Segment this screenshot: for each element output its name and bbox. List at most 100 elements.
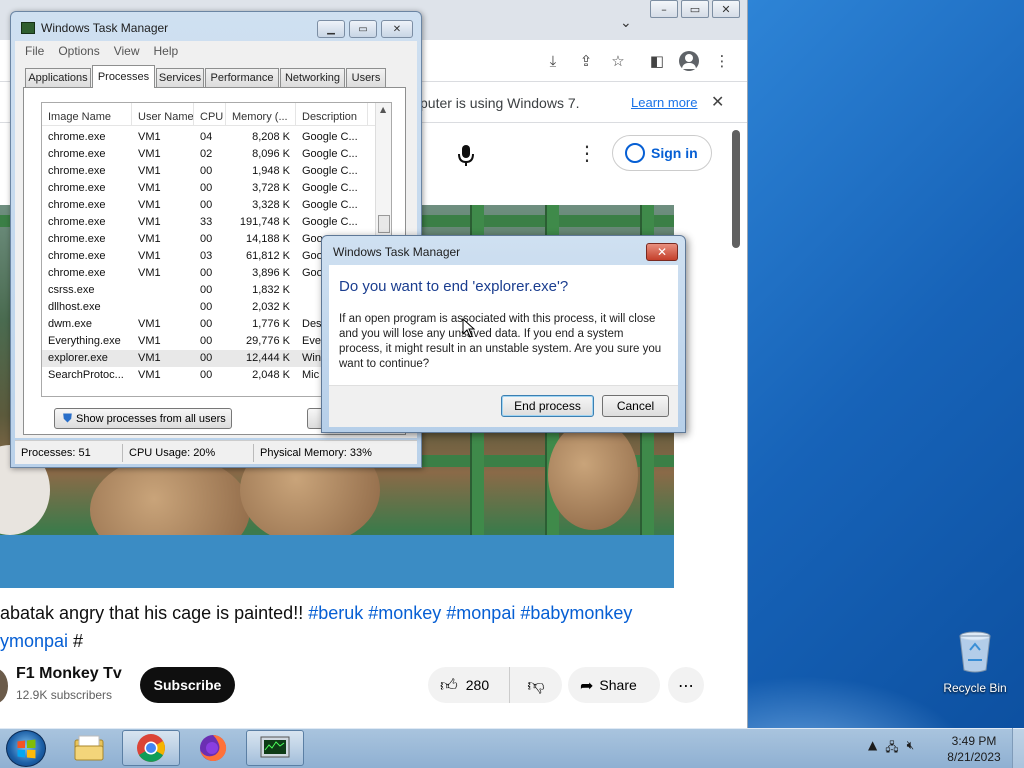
end-process-button[interactable]: End process xyxy=(501,395,594,417)
share-button[interactable]: ➦ Share xyxy=(568,667,660,703)
video-hashtag[interactable]: ymonpai xyxy=(0,631,68,651)
folder-icon xyxy=(74,735,104,761)
process-cpu: 04 xyxy=(200,131,213,143)
process-user: VM1 xyxy=(138,233,161,245)
chrome-icon xyxy=(137,734,165,762)
process-memory: 3,896 K xyxy=(252,267,290,279)
tab-services[interactable]: Services xyxy=(156,68,204,87)
voice-search-icon[interactable] xyxy=(452,141,480,169)
video-hashtags[interactable]: #beruk #monkey #monpai #babymonkey xyxy=(308,603,632,623)
taskbar-task-manager[interactable] xyxy=(246,730,304,766)
process-row[interactable]: chrome.exe VM1 02 8,096 K Google C... xyxy=(42,146,377,163)
scroll-up-icon[interactable]: ▲ xyxy=(380,105,386,114)
process-description: Google C... xyxy=(302,216,358,228)
process-name: SearchProtoc... xyxy=(48,369,124,381)
recycle-bin-shortcut[interactable]: Recycle Bin xyxy=(938,628,1012,700)
channel-name[interactable]: F1 Monkey Tv xyxy=(16,665,122,683)
show-desktop-button[interactable] xyxy=(1012,728,1024,768)
show-hidden-icons-icon[interactable]: ▲ xyxy=(868,738,877,759)
col-memory[interactable]: Memory (... xyxy=(226,103,296,125)
more-actions-icon[interactable]: ⋯ xyxy=(668,667,704,703)
like-dislike-group: 👍︎ 280 👎︎ xyxy=(428,667,562,703)
taskbar-chrome[interactable] xyxy=(122,730,180,766)
thumbs-down-icon: 👎︎ xyxy=(527,675,545,696)
learn-more-link[interactable]: Learn more xyxy=(631,95,697,110)
process-cpu: 00 xyxy=(200,335,213,347)
process-cpu: 02 xyxy=(200,148,213,160)
taskbar-clock[interactable]: 3:49 PM 8/21/2023 xyxy=(944,733,1004,765)
taskbar-explorer[interactable] xyxy=(60,730,118,766)
share-label: Share xyxy=(599,677,637,693)
process-row[interactable]: chrome.exe VM1 00 1,948 K Google C... xyxy=(42,163,377,180)
process-row[interactable]: chrome.exe VM1 00 3,328 K Google C... xyxy=(42,197,377,214)
dialog-close-button[interactable]: ✕ xyxy=(646,243,678,261)
install-app-icon[interactable]: ⤓ xyxy=(541,49,565,73)
chrome-menu-icon[interactable]: ⋮ xyxy=(710,49,734,73)
side-panel-icon[interactable]: ◧ xyxy=(645,49,669,73)
sign-in-button[interactable]: Sign in xyxy=(612,135,712,171)
channel-avatar[interactable] xyxy=(0,668,8,704)
process-name: dllhost.exe xyxy=(48,301,101,313)
process-memory: 29,776 K xyxy=(245,335,290,347)
tab-search-chevron-icon[interactable]: ⌄ xyxy=(620,15,632,31)
volume-muted-icon[interactable]: 🔇︎ xyxy=(907,738,915,759)
network-icon[interactable]: 🖧︎ xyxy=(885,738,898,759)
menu-options[interactable]: Options xyxy=(58,44,99,58)
info-bar-message: puter is using Windows 7. xyxy=(420,95,580,111)
page-scrollbar-thumb[interactable] xyxy=(732,130,740,248)
process-cpu: 00 xyxy=(200,233,213,245)
process-user: VM1 xyxy=(138,267,161,279)
menu-file[interactable]: File xyxy=(25,44,44,58)
process-user: VM1 xyxy=(138,131,161,143)
info-bar-close-icon[interactable]: ✕ xyxy=(711,92,724,111)
process-cpu: 00 xyxy=(200,369,213,381)
account-icon xyxy=(625,143,645,163)
scrollbar-thumb[interactable] xyxy=(378,215,390,233)
process-user: VM1 xyxy=(138,148,161,160)
settings-menu-icon[interactable]: ⋮ xyxy=(577,141,597,165)
tm-minimize-button[interactable]: ▁ xyxy=(317,20,345,38)
windows-logo-icon xyxy=(17,739,36,759)
tm-close-button[interactable]: ✕ xyxy=(381,20,413,38)
col-image-name[interactable]: Image Name xyxy=(42,103,132,125)
like-button[interactable]: 👍︎ 280 xyxy=(428,667,510,703)
close-button[interactable]: ✕ xyxy=(712,0,740,18)
minimize-button[interactable]: – xyxy=(650,0,678,18)
dislike-button[interactable]: 👎︎ xyxy=(510,675,562,696)
col-user-name[interactable]: User Name xyxy=(132,103,194,125)
menu-view[interactable]: View xyxy=(114,44,140,58)
process-name: chrome.exe xyxy=(48,165,106,177)
col-cpu[interactable]: CPU xyxy=(194,103,226,125)
process-memory: 1,832 K xyxy=(252,284,290,296)
tm-maximize-button[interactable]: ▭ xyxy=(349,20,377,38)
process-user: VM1 xyxy=(138,250,161,262)
cancel-button[interactable]: Cancel xyxy=(602,395,669,417)
process-row[interactable]: chrome.exe VM1 33 191,748 K Google C... xyxy=(42,214,377,231)
subscribe-button[interactable]: Subscribe xyxy=(140,667,235,703)
share-page-icon[interactable]: ⇪ xyxy=(574,49,598,73)
profile-icon[interactable] xyxy=(677,49,701,73)
start-button[interactable] xyxy=(6,730,46,767)
taskbar-firefox[interactable] xyxy=(184,730,242,766)
process-user: VM1 xyxy=(138,335,161,347)
sign-in-label: Sign in xyxy=(651,145,698,161)
tab-networking[interactable]: Networking xyxy=(280,68,345,87)
process-user: VM1 xyxy=(138,182,161,194)
tab-performance[interactable]: Performance xyxy=(205,68,279,87)
process-row[interactable]: chrome.exe VM1 04 8,208 K Google C... xyxy=(42,129,377,146)
process-name: chrome.exe xyxy=(48,233,106,245)
tab-processes[interactable]: Processes xyxy=(92,65,155,88)
bookmark-star-icon[interactable]: ☆ xyxy=(606,49,630,73)
process-user xyxy=(132,299,194,316)
tab-users[interactable]: Users xyxy=(346,68,386,87)
process-list-header: Image Name User Name CPU Memory (... Des… xyxy=(42,103,377,126)
show-all-processes-button[interactable]: ⛊ Show processes from all users xyxy=(54,408,232,429)
col-description[interactable]: Description xyxy=(296,103,368,125)
menu-help[interactable]: Help xyxy=(154,44,179,58)
process-user: VM1 xyxy=(138,199,161,211)
maximize-button[interactable]: ▭ xyxy=(681,0,709,18)
mouse-cursor-icon xyxy=(462,318,476,338)
process-row[interactable]: chrome.exe VM1 00 3,728 K Google C... xyxy=(42,180,377,197)
tab-applications[interactable]: Applications xyxy=(25,68,91,87)
dialog-title: Windows Task Manager xyxy=(333,245,461,259)
